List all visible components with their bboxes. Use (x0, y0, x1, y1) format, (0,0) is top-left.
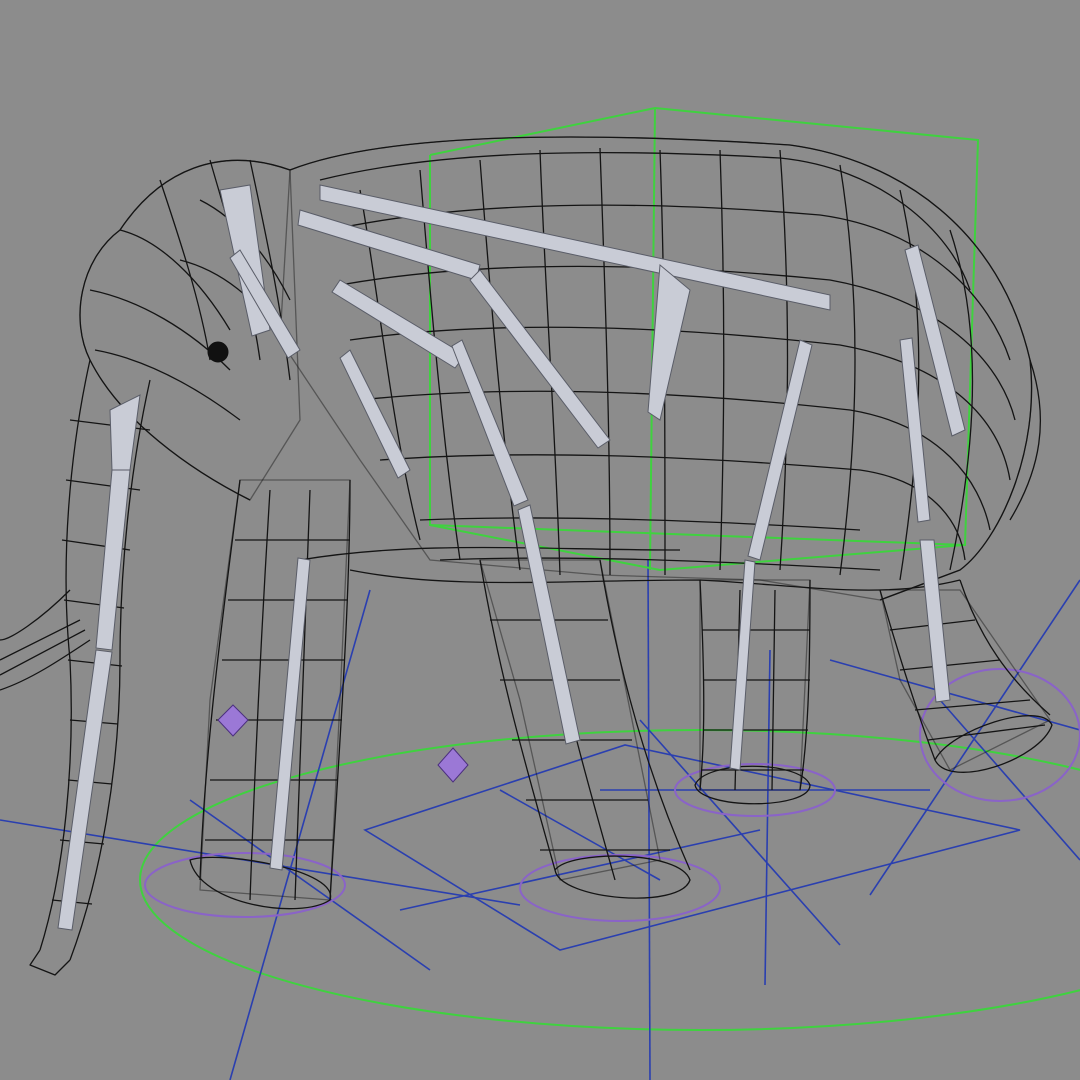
bone-upper-leg-right[interactable] (451, 339, 529, 507)
bone-lower-leg-right[interactable] (517, 504, 581, 745)
bone-trunk-mid[interactable] (95, 469, 131, 651)
3d-viewport[interactable] (0, 0, 1080, 1080)
bone-back-shin[interactable] (729, 559, 756, 771)
bone-trunk-lower[interactable] (57, 649, 113, 931)
ground-plane-square[interactable] (363, 744, 1021, 951)
bone-upper-leg-left[interactable] (339, 349, 411, 479)
bone-hip[interactable] (647, 263, 691, 421)
bone-tail-lower[interactable] (899, 337, 931, 523)
locator-gizmo-1[interactable] (217, 704, 249, 737)
ik-circle-front-left[interactable] (144, 852, 346, 918)
ik-circle-front-right[interactable] (519, 854, 721, 922)
skeleton-bones[interactable] (57, 184, 966, 931)
locator-gizmo-2[interactable] (437, 747, 469, 783)
bone-back-leg-right[interactable] (919, 539, 951, 703)
ground-grid (0, 559, 1080, 1080)
viewport-scene[interactable] (0, 0, 1080, 1080)
bone-jaw[interactable] (229, 249, 301, 359)
elephant-mesh[interactable] (0, 136, 1053, 976)
